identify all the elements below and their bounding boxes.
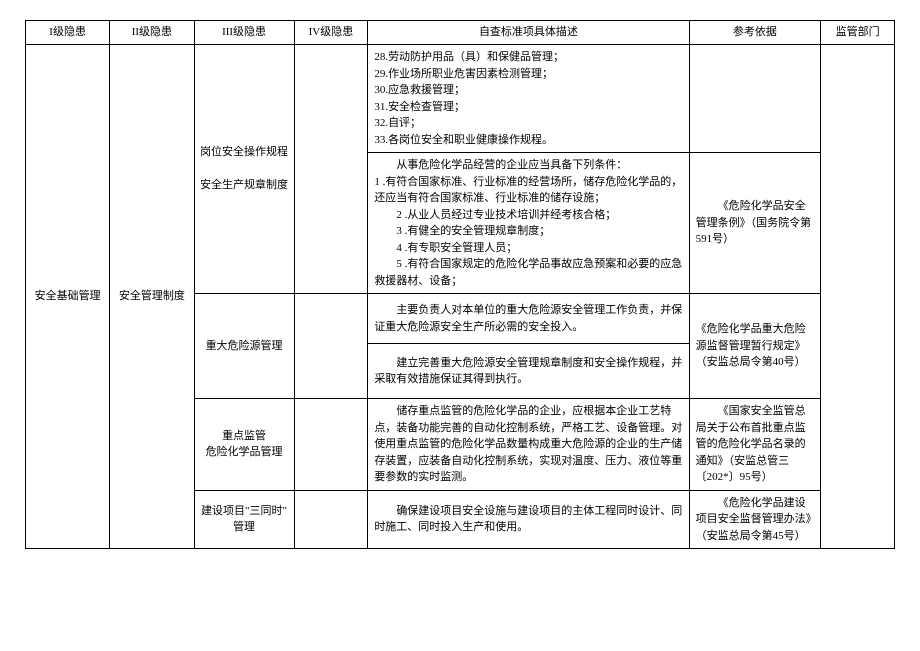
lvl3-text: 安全生产规章制度 [200,179,288,191]
desc-line: 33.各岗位安全和职业健康操作规程。 [374,134,553,146]
lvl3-text: 危险化学品管理 [206,446,283,458]
ref-text: 《危险化学品重大危险源监督管理暂行规定》（安监总局令第40号） [696,323,806,368]
header-lvl2: II级隐患 [110,21,194,45]
lvl3-text: 重点监管 [222,430,266,442]
hazard-standards-table: I级隐患 II级隐患 III级隐患 IV级隐患 自查标准项具体描述 参考依据 监… [25,20,895,549]
desc-text: 建立完善重大危险源安全管理规章制度和安全操作规程，并采取有效措施保证其得到执行。 [374,355,682,388]
desc-line: 30.应急救援管理； [374,84,465,96]
desc-line: 31.安全检查管理； [374,101,465,113]
cell-ref: 《危险化学品重大危险源监督管理暂行规定》（安监总局令第40号） [689,294,821,399]
desc-line: 28.劳动防护用品（具）和保健品管理； [374,51,564,63]
ref-text: 《危险化学品建设项目安全监督管理办法》 [696,495,815,528]
desc-line: 2 .从业人员经过专业技术培训并经考核合格； [374,207,682,224]
cell-desc: 28.劳动防护用品（具）和保健品管理； 29.作业场所职业危害因素检测管理； 3… [368,45,689,153]
cell-dept [821,45,895,549]
desc-text: 储存重点监管的危险化学品的企业，应根据本企业工艺特点，装备功能完善的自动化控制系… [374,403,682,486]
cell-ref: 《国家安全监管总局关于公布首批重点监管的危险化学品名录的通知》（安监总管三〔20… [689,399,821,491]
cell-lvl4 [294,490,368,549]
desc-line: 从事危险化学品经营的企业应当具备下列条件： [374,157,682,174]
cell-lvl3-group4: 建设项目"三同时" 管理 [194,490,294,549]
table-row: 安全基础管理 安全管理制度 岗位安全操作规程 安全生产规章制度 28.劳动防护用… [26,45,895,153]
cell-desc: 建立完善重大危险源安全管理规章制度和安全操作规程，并采取有效措施保证其得到执行。 [368,344,689,399]
desc-line: 32.自评； [374,117,421,129]
desc-line: 1 .有符合国家标准、行业标准的经营场所，储存危险化学品的，还应当有符合国家标准… [374,176,682,205]
cell-ref: 《危险化学品建设项目安全监督管理办法》 （安监总局令第45号） [689,490,821,549]
header-desc: 自查标准项具体描述 [368,21,689,45]
header-lvl4: IV级隐患 [294,21,368,45]
header-ref: 参考依据 [689,21,821,45]
cell-ref [689,45,821,153]
desc-line: 3 .有健全的安全管理规章制度； [374,223,682,240]
header-lvl1: I级隐患 [26,21,110,45]
cell-desc: 储存重点监管的危险化学品的企业，应根据本企业工艺特点，装备功能完善的自动化控制系… [368,399,689,491]
desc-text: 确保建设项目安全设施与建设项目的主体工程同时设计、同时施工、同时投入生产和使用。 [374,503,682,536]
cell-lvl4 [294,399,368,491]
desc-text: 主要负责人对本单位的重大危险源安全管理工作负责，并保证重大危险源安全生产所必需的… [374,302,682,335]
cell-desc: 主要负责人对本单位的重大危险源安全管理工作负责，并保证重大危险源安全生产所必需的… [368,294,689,344]
table-header-row: I级隐患 II级隐患 III级隐患 IV级隐患 自查标准项具体描述 参考依据 监… [26,21,895,45]
desc-line: 4 .有专职安全管理人员； [374,240,682,257]
cell-lvl2: 安全管理制度 [110,45,194,549]
desc-line: 5 .有符合国家规定的危险化学品事故应急预案和必要的应急救援器材、设备； [374,256,682,289]
cell-ref: 《危险化学品安全管理条例》（国务院令第591号） [689,153,821,294]
cell-lvl1: 安全基础管理 [26,45,110,549]
header-lvl3: III级隐患 [194,21,294,45]
ref-text: 《国家安全监管总局关于公布首批重点监管的危险化学品名录的通知》（安监总管三〔20… [696,403,815,486]
cell-lvl4 [294,294,368,399]
cell-lvl3-group3: 重点监管 危险化学品管理 [194,399,294,491]
cell-desc: 确保建设项目安全设施与建设项目的主体工程同时设计、同时施工、同时投入生产和使用。 [368,490,689,549]
lvl3-text: 建设项目"三同时" [201,505,287,517]
ref-text: 《危险化学品安全管理条例》（国务院令第591号） [696,198,815,248]
cell-lvl3-group1: 岗位安全操作规程 安全生产规章制度 [194,45,294,294]
lvl3-text: 岗位安全操作规程 [200,146,288,158]
cell-lvl3-group2: 重大危险源管理 [194,294,294,399]
header-dept: 监管部门 [821,21,895,45]
ref-text: （安监总局令第45号） [696,528,815,545]
desc-line: 29.作业场所职业危害因素检测管理； [374,68,553,80]
lvl3-text: 管理 [233,521,255,533]
cell-desc: 从事危险化学品经营的企业应当具备下列条件： 1 .有符合国家标准、行业标准的经营… [368,153,689,294]
cell-lvl4 [294,45,368,294]
